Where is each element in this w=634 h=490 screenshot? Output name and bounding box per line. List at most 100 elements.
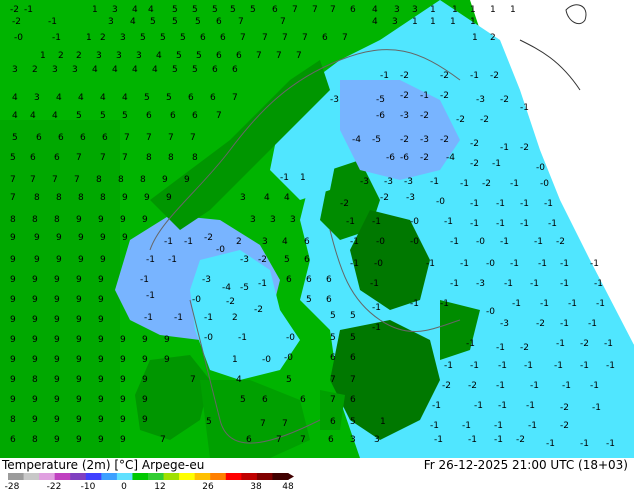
temperature-value: -2	[12, 17, 21, 27]
temperature-value: 4	[156, 51, 162, 61]
temperature-value: -1	[590, 381, 599, 391]
temperature-value: 7	[342, 33, 348, 43]
temperature-value: 9	[98, 335, 104, 345]
temperature-value: 9	[76, 295, 82, 305]
temperature-value: 9	[54, 295, 60, 305]
temperature-value: -2	[556, 237, 565, 247]
temperature-map[interactable]: -2 -1 1 3 4 4 5 5 5 5 5 6 7 7 7 6 4 3 3 1 1 1 1 1 -2 -1 3 4 5 5 5 6 7 7 4 3…	[0, 0, 634, 458]
temperature-value: -1	[462, 421, 471, 431]
temperature-value: -2	[490, 71, 499, 81]
color-scale-swatch	[23, 473, 40, 480]
temperature-value: 1	[452, 5, 458, 15]
temperature-value: -3	[240, 255, 249, 265]
temperature-value: -1	[280, 173, 289, 183]
temperature-value: 3	[270, 215, 276, 225]
temperature-value: 3	[262, 237, 268, 247]
temperature-value: -1	[146, 255, 155, 265]
temperature-value: 9	[120, 215, 126, 225]
temperature-value: 9	[122, 193, 128, 203]
temperature-value: 7	[190, 133, 196, 143]
temperature-value: 8	[96, 175, 102, 185]
temperature-value: 1	[380, 417, 386, 427]
temperature-value: 5	[250, 5, 256, 15]
temperature-value: -1	[560, 259, 569, 269]
temperature-value: 8	[54, 215, 60, 225]
temperature-value: -1	[496, 199, 505, 209]
temperature-value: -1	[410, 299, 419, 309]
temperature-value: 9	[166, 193, 172, 203]
temperature-value: 2	[32, 65, 38, 75]
temperature-value: -1	[530, 381, 539, 391]
temperature-value: 7	[292, 5, 298, 15]
temperature-value: 9	[98, 375, 104, 385]
temperature-value: -1	[544, 199, 553, 209]
temperature-value: 8	[34, 193, 40, 203]
temperature-value: 3	[120, 33, 126, 43]
temperature-value: 6	[350, 353, 356, 363]
temperature-value: 7	[238, 17, 244, 27]
temperature-value: 9	[10, 295, 16, 305]
temperature-value: 4	[372, 17, 378, 27]
temperature-value: 5	[330, 311, 336, 321]
temperature-value: -2	[440, 71, 449, 81]
map-canvas: -2 -1 1 3 4 4 5 5 5 5 5 6 7 7 7 6 4 3 3 1 1 1 1 1-2 -1 3 4 5 5 5 6 7 7 4 3…	[0, 0, 634, 458]
temperature-value: 7	[280, 17, 286, 27]
temperature-value: -1	[590, 259, 599, 269]
color-scale-tick-label: 38	[250, 482, 262, 490]
temperature-value: 7	[160, 435, 166, 445]
temperature-value: -1	[470, 219, 479, 229]
temperature-value: 4	[130, 17, 136, 27]
temperature-value: 3	[250, 215, 256, 225]
temperature-value: -1	[580, 361, 589, 371]
temperature-value: 9	[184, 175, 190, 185]
temperature-value: 6	[236, 51, 242, 61]
temperature-value: -2	[536, 319, 545, 329]
temperature-value: 9	[32, 335, 38, 345]
temperature-value: -2	[380, 193, 389, 203]
temperature-value: -1	[460, 179, 469, 189]
temperature-value: 9	[10, 275, 16, 285]
temperature-value: 6	[272, 5, 278, 15]
temperature-value: 3	[12, 65, 18, 75]
color-scale-swatch	[210, 473, 227, 480]
temperature-value: 5	[122, 111, 128, 121]
temperature-value: -1	[568, 299, 577, 309]
temperature-value: 1	[470, 5, 476, 15]
temperature-value: 6	[200, 33, 206, 43]
temperature-value: -1	[168, 255, 177, 265]
color-scale-swatch	[39, 473, 56, 480]
temperature-value: -3	[404, 177, 413, 187]
temperature-value: 6	[326, 275, 332, 285]
temperature-value: 5	[76, 111, 82, 121]
temperature-value: -1	[538, 259, 547, 269]
temperature-value: -1	[444, 217, 453, 227]
color-scale-tick-label: 48	[282, 482, 294, 490]
temperature-value: -1	[492, 159, 501, 169]
temperature-value: 1	[300, 173, 306, 183]
temperature-value: 9	[98, 215, 104, 225]
temperature-value: 6	[102, 133, 108, 143]
temperature-value: -1	[460, 259, 469, 269]
temperature-value: -1	[554, 361, 563, 371]
temperature-value: -0	[14, 33, 23, 43]
temperature-value: 9	[98, 315, 104, 325]
temperature-value: 1	[40, 51, 46, 61]
temperature-value: -1	[498, 401, 507, 411]
temperature-value: -1	[24, 5, 33, 15]
temperature-value: -1	[350, 259, 359, 269]
temperature-value: 4	[236, 375, 242, 385]
temperature-value: 5	[192, 65, 198, 75]
temperature-value: -1	[450, 279, 459, 289]
temperature-value: 3	[116, 51, 122, 61]
temperature-value: -2	[470, 139, 479, 149]
temperature-value: -1	[562, 381, 571, 391]
color-scale-swatch	[225, 473, 242, 480]
temperature-value: -2	[420, 153, 429, 163]
temperature-value: 1	[450, 17, 456, 27]
temperature-value: 5	[12, 133, 18, 143]
temperature-value: 6	[330, 353, 336, 363]
temperature-value: -1	[560, 279, 569, 289]
temperature-value: -2	[340, 199, 349, 209]
temperature-value: 9	[54, 415, 60, 425]
temperature-value: 6	[300, 395, 306, 405]
